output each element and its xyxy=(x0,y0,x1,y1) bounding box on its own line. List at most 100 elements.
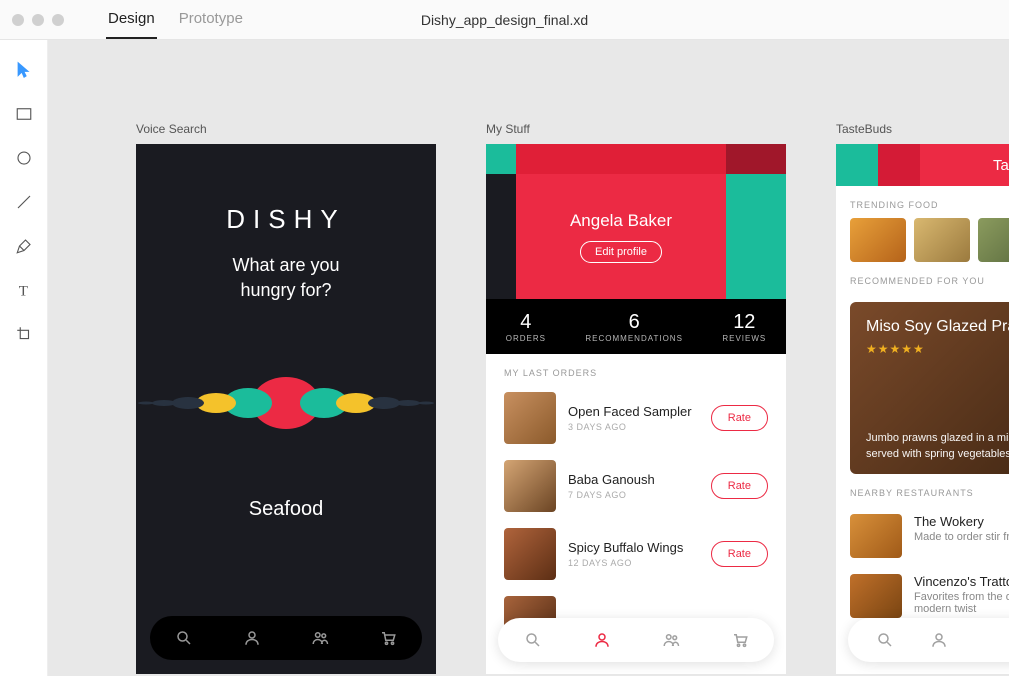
svg-text:T: T xyxy=(18,283,27,299)
profile-icon[interactable] xyxy=(930,631,948,649)
stat-recommendations: 6 RECOMMENDATIONS xyxy=(585,311,683,343)
restaurant-info: The Wokery Made to order stir fry xyxy=(914,514,1009,543)
food-thumbnail[interactable] xyxy=(978,218,1009,262)
food-thumbnail[interactable] xyxy=(914,218,970,262)
order-row: Baba Ganoush 7 DAYS AGO Rate xyxy=(486,452,786,520)
canvas[interactable]: Voice Search DISHY What are you hungry f… xyxy=(48,40,1009,676)
recommendation-description: Jumbo prawns glazed in a miso soy sauce,… xyxy=(866,431,1009,462)
header-title: TasteBuds xyxy=(920,144,1009,186)
username: Angela Baker xyxy=(570,211,672,231)
rate-button[interactable]: Rate xyxy=(711,541,768,567)
restaurant-name: Vincenzo's Trattoria xyxy=(914,574,1009,589)
restaurant-description: Made to order stir fry xyxy=(914,531,1009,543)
app-logo: DISHY xyxy=(136,144,436,235)
header-tile xyxy=(516,144,726,174)
section-header: NEARBY RESTAURANTS xyxy=(836,474,1009,506)
section-header: TRENDING FOOD xyxy=(836,186,1009,218)
bottom-nav xyxy=(848,618,1009,662)
bottom-nav xyxy=(150,616,422,660)
artboard-voice-search[interactable]: Voice Search DISHY What are you hungry f… xyxy=(136,122,436,674)
bottom-nav xyxy=(498,618,774,662)
order-info: Baba Ganoush 7 DAYS AGO xyxy=(568,472,699,500)
food-thumbnail xyxy=(504,528,556,580)
voice-result: Seafood xyxy=(136,498,436,521)
header-tile xyxy=(878,144,920,186)
artboard-canvas: DISHY What are you hungry for? xyxy=(136,144,436,674)
prompt-line-1: What are you xyxy=(232,255,339,275)
select-tool[interactable] xyxy=(14,60,34,80)
header-tile xyxy=(486,144,516,174)
text-tool[interactable]: T xyxy=(14,280,34,300)
order-info: Spicy Buffalo Wings 12 DAYS AGO xyxy=(568,540,699,568)
stats-bar: 4 ORDERS 6 RECOMMENDATIONS 12 REVIEWS xyxy=(486,299,786,354)
stat-label: ORDERS xyxy=(506,334,546,343)
restaurant-description: Favorites from the old country with a mo… xyxy=(914,591,1009,615)
search-icon[interactable] xyxy=(524,631,542,649)
order-timestamp: 3 DAYS AGO xyxy=(568,422,699,432)
header-tile xyxy=(726,174,786,299)
cart-icon[interactable] xyxy=(731,631,749,649)
order-info: Open Faced Sampler 3 DAYS AGO xyxy=(568,404,699,432)
header-tile xyxy=(726,144,786,174)
artboard-tool[interactable] xyxy=(14,324,34,344)
stat-orders: 4 ORDERS xyxy=(506,311,546,343)
restaurant-info: Vincenzo's Trattoria Favorites from the … xyxy=(914,574,1009,615)
minimize-window[interactable] xyxy=(32,14,44,26)
ellipse-tool[interactable] xyxy=(14,148,34,168)
order-title: Open Faced Sampler xyxy=(568,404,699,419)
tab-prototype[interactable]: Prototype xyxy=(177,0,245,39)
document-title: Dishy_app_design_final.xd xyxy=(421,12,588,28)
restaurant-row[interactable]: Vincenzo's Trattoria Favorites from the … xyxy=(836,566,1009,626)
order-timestamp: 7 DAYS AGO xyxy=(568,490,699,500)
app-header: TasteBuds xyxy=(836,144,1009,186)
artboard-label[interactable]: Voice Search xyxy=(136,122,436,136)
window-controls xyxy=(0,14,76,26)
food-thumbnail xyxy=(504,392,556,444)
profile-header: Angela Baker Edit profile 4 ORDERS 6 REC… xyxy=(486,144,786,354)
pen-tool[interactable] xyxy=(14,236,34,256)
voice-prompt: What are you hungry for? xyxy=(136,253,436,303)
profile-icon[interactable] xyxy=(243,629,261,647)
header-tile xyxy=(836,144,878,186)
rate-button[interactable]: Rate xyxy=(711,473,768,499)
food-thumbnail[interactable] xyxy=(850,218,906,262)
order-row: Open Faced Sampler 3 DAYS AGO Rate xyxy=(486,384,786,452)
cart-icon[interactable] xyxy=(379,629,397,647)
order-row: Spicy Buffalo Wings 12 DAYS AGO Rate xyxy=(486,520,786,588)
artboard-tastebuds[interactable]: TasteBuds TasteBuds TRENDING FOOD RECOMM… xyxy=(836,122,1009,674)
restaurant-thumbnail xyxy=(850,574,902,618)
order-title: Spicy Buffalo Wings xyxy=(568,540,699,555)
line-tool[interactable] xyxy=(14,192,34,212)
tools-panel: T xyxy=(0,40,48,676)
stat-label: REVIEWS xyxy=(722,334,766,343)
artboard-my-stuff[interactable]: My Stuff Angela Baker Edit profile 4 ORD… xyxy=(486,122,786,674)
artboard-label[interactable]: TasteBuds xyxy=(836,122,1009,136)
close-window[interactable] xyxy=(12,14,24,26)
restaurant-name: The Wokery xyxy=(914,514,1009,529)
tab-design[interactable]: Design xyxy=(106,0,157,39)
restaurant-thumbnail xyxy=(850,514,902,558)
star-rating: ★★★★★ xyxy=(866,342,1009,356)
header-tile xyxy=(486,174,516,299)
stat-number: 4 xyxy=(506,311,546,334)
restaurant-row[interactable]: The Wokery Made to order stir fry xyxy=(836,506,1009,566)
search-icon[interactable] xyxy=(876,631,894,649)
rate-button[interactable]: Rate xyxy=(711,405,768,431)
zoom-window[interactable] xyxy=(52,14,64,26)
friends-icon[interactable] xyxy=(311,629,329,647)
recommendation-card[interactable]: Miso Soy Glazed Prawns ★★★★★ Jumbo prawn… xyxy=(850,302,1009,474)
edit-profile-button[interactable]: Edit profile xyxy=(580,241,662,263)
rectangle-tool[interactable] xyxy=(14,104,34,124)
order-timestamp: 12 DAYS AGO xyxy=(568,558,699,568)
artboard-canvas: Angela Baker Edit profile 4 ORDERS 6 REC… xyxy=(486,144,786,674)
profile-icon[interactable] xyxy=(593,631,611,649)
trending-row xyxy=(836,218,1009,262)
order-title: Baba Ganoush xyxy=(568,472,699,487)
artboard-label[interactable]: My Stuff xyxy=(486,122,786,136)
voice-waveform xyxy=(136,363,436,443)
artboard-canvas: TasteBuds TRENDING FOOD RECOMMENDED FOR … xyxy=(836,144,1009,674)
friends-icon[interactable] xyxy=(662,631,680,649)
profile-info: Angela Baker Edit profile xyxy=(516,174,726,299)
search-icon[interactable] xyxy=(175,629,193,647)
stat-number: 6 xyxy=(585,311,683,334)
